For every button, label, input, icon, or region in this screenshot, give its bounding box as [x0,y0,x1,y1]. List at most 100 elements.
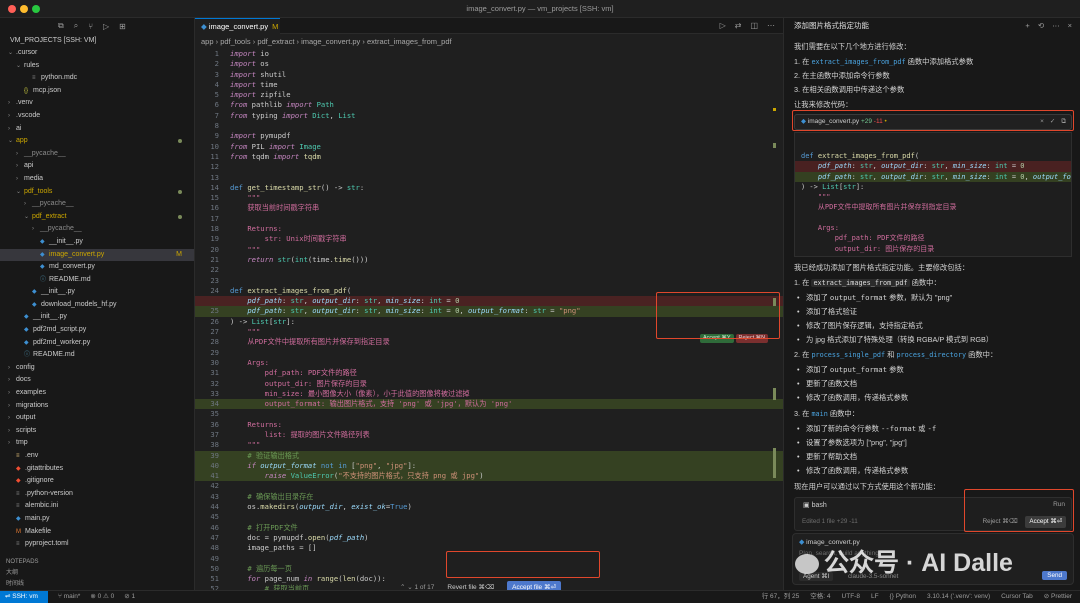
code-line[interactable]: 12 [195,162,783,172]
code-line[interactable]: 10 from PIL import Image [195,142,783,152]
tree-item[interactable]: › api [0,160,194,173]
code-line[interactable]: 41 raise ValueError("不支持的图片格式，只支持 png 或 … [195,471,783,482]
problems-indicator[interactable]: ⊗ 0 ⚠ 0 [90,591,114,603]
chevron-right-icon[interactable]: › [24,198,32,211]
code-line[interactable]: 39 # 验证输出格式 [195,450,783,461]
send-button[interactable]: Send [1042,571,1067,580]
code-line[interactable]: 43 # 确保输出目录存在 [195,492,783,502]
search-icon[interactable]: ⌕ [74,21,78,31]
tree-item[interactable]: ◆ __init__.py [0,286,194,299]
breadcrumb-item[interactable]: app [201,37,214,46]
tree-item[interactable]: ◆ .gitattributes [0,463,194,476]
tree-item[interactable]: ◆ __init__.py [0,236,194,249]
diff-icon[interactable]: ⇄ [735,21,742,30]
split-editor-icon[interactable]: ◫ [750,21,758,30]
chevron-down-icon[interactable]: ⌄ [8,135,16,148]
tree-item[interactable]: › .venv [0,97,194,110]
notepads-section[interactable]: NOTEPADS [0,557,195,568]
tree-item[interactable]: › __pycache__ [0,148,194,161]
code-line[interactable]: 35 [195,409,783,419]
source-control-icon[interactable]: ⑂ [88,22,93,31]
tree-item[interactable]: › migrations [0,400,194,413]
tree-item[interactable]: › ai [0,123,194,136]
chevron-right-icon[interactable]: › [32,223,40,236]
new-chat-icon[interactable]: + [1025,18,1029,34]
tree-item[interactable]: ◆ pdf2md_worker.py [0,337,194,350]
tree-item[interactable]: ◆ .gitignore [0,475,194,488]
chevron-right-icon[interactable]: › [8,412,16,425]
code-line[interactable]: 6 from pathlib import Path [195,100,783,110]
code-line[interactable]: 30 Args: [195,358,783,368]
chevron-right-icon[interactable]: › [16,148,24,161]
tree-item[interactable]: › .vscode [0,110,194,123]
code-line[interactable]: 11 from tqdm import tqdm [195,152,783,162]
code-line[interactable]: 47 doc = pymupdf.open(pdf_path) [195,533,783,543]
tree-item[interactable]: ⓘ README.md [0,274,194,287]
code-line[interactable]: 32 output_dir: 图片保存的目录 [195,379,783,389]
code-line[interactable]: 42 [195,481,783,491]
code-line[interactable]: 31 pdf_path: PDF文件的路径 [195,368,783,378]
branch-indicator[interactable]: ⑂ main* [58,591,80,603]
chevron-right-icon[interactable]: › [8,362,16,375]
code-line[interactable]: 29 [195,348,783,358]
tab-image-convert[interactable]: ◆ image_convert.py M [195,18,280,34]
code-line[interactable]: 23 [195,276,783,286]
tree-item[interactable]: › output [0,412,194,425]
line-ending[interactable]: LF [871,591,879,603]
chevron-right-icon[interactable]: › [8,374,16,387]
breadcrumb-item[interactable]: extract_images_from_pdf [367,37,452,46]
cursor-position[interactable]: 行 67，列 25 [762,591,800,603]
tree-item[interactable]: ⌄ .cursor [0,47,194,60]
extensions-icon[interactable]: ⊞ [119,22,126,31]
timeline-section[interactable]: 时间线 [0,579,195,590]
tree-item[interactable]: › media [0,173,194,186]
code-line[interactable]: 36 Returns: [195,420,783,430]
tree-item[interactable]: ⓘ README.md [0,349,194,362]
code-line[interactable]: 4 import time [195,80,783,90]
prettier-status[interactable]: ⊘ Prettier [1044,591,1072,603]
code-line[interactable]: 37 list: 提取的图片文件路径列表 [195,430,783,440]
tree-item[interactable]: › __pycache__ [0,223,194,236]
files-icon[interactable]: ⧉ [58,21,64,31]
code-line[interactable]: 17 [195,214,783,224]
code-line[interactable]: 21 return str(int(time.time())) [195,255,783,265]
code-line[interactable]: 18 Returns: [195,224,783,234]
tree-item[interactable]: › __pycache__ [0,198,194,211]
code-line[interactable]: 44 os.makedirs(output_dir, exist_ok=True… [195,502,783,512]
tree-item[interactable]: {} mcp.json [0,85,194,98]
breadcrumb-item[interactable]: pdf_extract [257,37,294,46]
tree-item[interactable]: ⌄ app [0,135,194,148]
code-line[interactable]: 38 """ [195,440,783,450]
tree-item[interactable]: ◆ download_models_hf.py [0,299,194,312]
tree-item[interactable]: ≡ pyproject.toml [0,538,194,551]
chevron-right-icon[interactable]: › [8,425,16,438]
tree-item[interactable]: ⌄ rules [0,60,194,73]
chevron-right-icon[interactable]: › [8,123,16,136]
chevron-right-icon[interactable]: › [16,160,24,173]
ports-indicator[interactable]: ⊘ 1 [124,591,135,603]
tree-item[interactable]: › examples [0,387,194,400]
tree-item[interactable]: ◆ __init__.py [0,311,194,324]
chevron-right-icon[interactable]: › [8,97,16,110]
code-line[interactable]: 40 if output_format not in ["png", "jpg"… [195,460,783,472]
tree-item[interactable]: › tmp [0,437,194,450]
tree-item[interactable]: ≡ .python-version [0,488,194,501]
tree-item[interactable]: ◆ image_convert.py M [0,248,194,262]
more-icon[interactable]: ⋯ [1052,18,1060,34]
chevron-down-icon[interactable]: ⌄ [24,211,32,224]
code-line[interactable]: 9 import pymupdf [195,131,783,141]
tree-item[interactable]: ⌄ pdf_tools [0,186,194,199]
chevron-right-icon[interactable]: › [8,110,16,123]
tree-item[interactable]: ◆ pdf2md_script.py [0,324,194,337]
tree-item[interactable]: M Makefile [0,526,194,539]
run-debug-icon[interactable]: ▷ [103,22,109,31]
code-line[interactable]: 13 [195,173,783,183]
code-line[interactable]: 14 def get_timestamp_str() -> str: [195,183,783,193]
outline-section[interactable]: 大纲 [0,568,195,579]
chevron-right-icon[interactable]: › [8,400,16,413]
chevron-right-icon[interactable]: › [8,387,16,400]
code-line[interactable]: 22 [195,265,783,275]
code-line[interactable]: 34 output_format: 输出图片格式，支持 'png' 或 'jpg… [195,399,783,410]
code-line[interactable]: 2 import os [195,59,783,69]
chevron-right-icon[interactable]: › [8,437,16,450]
